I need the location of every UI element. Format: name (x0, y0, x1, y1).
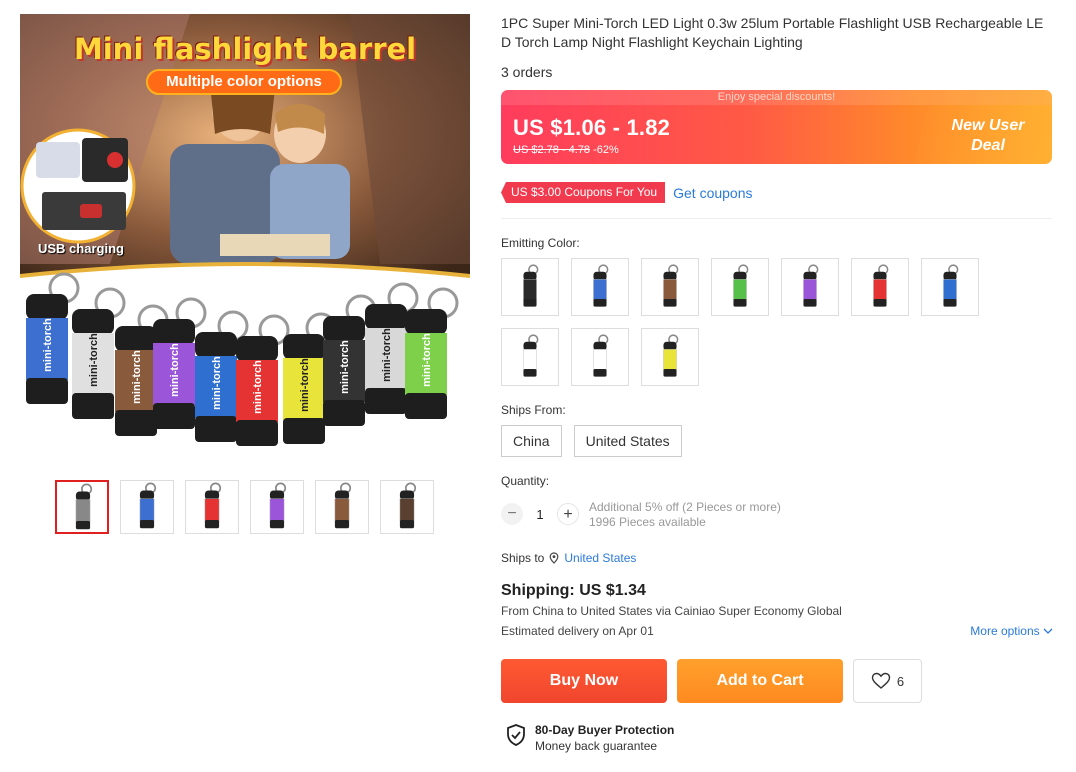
color-option-3[interactable] (641, 258, 699, 316)
color-swatches (501, 258, 1001, 386)
quantity-info: Additional 5% off (2 Pieces or more) 199… (589, 500, 781, 530)
wishlist-count: 6 (896, 673, 905, 689)
thumbnail-image (139, 482, 157, 529)
color-option-image (663, 264, 679, 307)
color-option-image (523, 334, 539, 377)
emitting-color-label: Emitting Color: (501, 236, 580, 250)
deal-line-2: Deal (971, 137, 1005, 154)
discount-percent: -62% (593, 144, 619, 156)
quantity-value[interactable]: 1 (523, 507, 557, 522)
color-option-image (873, 264, 889, 307)
ships-from-label: Ships From: (501, 403, 566, 417)
color-option-4[interactable] (711, 258, 769, 316)
thumbnail-image (334, 482, 352, 529)
gallery-thumb-4[interactable] (250, 480, 304, 534)
ships-to-row: Ships to United States (501, 551, 636, 565)
price-banner: Enjoy special discounts! US $1.06 - 1.82… (501, 90, 1052, 164)
get-coupons-link[interactable]: Get coupons (673, 185, 752, 201)
heart-icon (871, 672, 891, 689)
shipping-cost: Shipping: US $1.34 (501, 582, 646, 599)
thumbnail-image (204, 482, 222, 529)
torch-brand-text: mini-torch (88, 333, 100, 387)
gallery-thumb-5[interactable] (315, 480, 369, 534)
discount-banner-text: Enjoy special discounts! (501, 90, 1052, 105)
color-option-5[interactable] (781, 258, 839, 316)
add-to-cart-button[interactable]: Add to Cart (677, 659, 843, 703)
color-option-image (733, 264, 749, 307)
shield-check-icon (507, 724, 525, 746)
divider (501, 218, 1052, 219)
gallery-thumb-3[interactable] (185, 480, 239, 534)
torch-brand-text: mini-torch (211, 356, 223, 410)
deal-line-1: New User (951, 117, 1025, 134)
promo-subtitle: Multiple color options (146, 69, 342, 95)
torch-brand-text: mini-torch (299, 358, 311, 412)
torch-brand-text: mini-torch (421, 333, 433, 387)
quantity-stepper: − 1 + (501, 503, 579, 525)
color-option-7[interactable] (921, 258, 979, 316)
quantity-label: Quantity: (501, 474, 550, 488)
current-price: US $1.06 - 1.82 (513, 115, 671, 140)
gallery-thumb-6[interactable] (380, 480, 434, 534)
color-option-image (593, 264, 609, 307)
color-option-image (663, 334, 679, 377)
coupon-row: US $3.00 Coupons For You Get coupons (501, 182, 753, 203)
protection-subtitle: Money back guarantee (535, 739, 658, 753)
torch-brand-text: mini-torch (381, 328, 393, 382)
torch-brand-text: mini-torch (131, 350, 143, 404)
thumbnail-image (75, 483, 93, 530)
promo-title: Mini flashlight barrel (73, 32, 417, 66)
location-pin-icon (549, 552, 559, 564)
color-option-8[interactable] (501, 328, 559, 386)
thumbnail-image (399, 482, 417, 529)
original-price: US $2.78 - 4.78 (513, 144, 591, 156)
purchase-actions: Buy Now Add to Cart 6 (501, 659, 922, 703)
original-price-line: US $2.78 - 4.78 -62% (513, 144, 619, 156)
wishlist-button[interactable]: 6 (853, 659, 922, 703)
gallery-thumb-1[interactable] (55, 480, 109, 534)
color-option-1[interactable] (501, 258, 559, 316)
estimated-delivery: Estimated delivery on Apr 01 (501, 624, 654, 638)
torch-brand-text: mini-torch (169, 343, 181, 397)
color-option-image (803, 264, 819, 307)
color-option-image (943, 264, 959, 307)
shipping-route: From China to United States via Cainiao … (501, 604, 842, 618)
coupon-tag[interactable]: US $3.00 Coupons For You (501, 182, 666, 203)
stock-available: 1996 Pieces available (589, 515, 706, 529)
quantity-decrease-button[interactable]: − (501, 503, 523, 525)
more-options-link[interactable]: More options (970, 624, 1053, 638)
more-options-label: More options (970, 624, 1040, 638)
product-title: 1PC Super Mini-Torch LED Light 0.3w 25lu… (501, 15, 1044, 50)
usb-charging-label: USB charging (38, 241, 124, 256)
torch-brand-text: mini-torch (339, 340, 351, 394)
quantity-increase-button[interactable]: + (557, 503, 579, 525)
color-option-10[interactable] (641, 328, 699, 386)
ships-to-location[interactable]: United States (564, 551, 636, 565)
protection-title: 80-Day Buyer Protection (535, 723, 675, 737)
ships-to-label: Ships to (501, 551, 545, 565)
color-option-image (523, 264, 539, 307)
color-option-2[interactable] (571, 258, 629, 316)
torch-brand-text: mini-torch (42, 318, 54, 372)
thumbnail-image (269, 482, 287, 529)
chevron-down-icon (1043, 628, 1053, 634)
ships-from-options: China United States (501, 425, 682, 457)
order-count: 3 orders (501, 64, 553, 80)
gallery-thumb-2[interactable] (120, 480, 174, 534)
buy-now-button[interactable]: Buy Now (501, 659, 667, 703)
product-details: 1PC Super Mini-Torch LED Light 0.3w 25lu… (501, 14, 1053, 753)
bulk-discount-note: Additional 5% off (2 Pieces or more) (589, 500, 781, 514)
ships-from-united-states[interactable]: United States (573, 425, 682, 457)
ships-from-china[interactable]: China (501, 425, 562, 457)
torch-brand-text: mini-torch (252, 360, 264, 414)
color-option-image (593, 334, 609, 377)
new-user-deal-badge: New User Deal (942, 116, 1034, 156)
color-option-6[interactable] (851, 258, 909, 316)
thumbnail-strip (55, 480, 434, 534)
color-option-9[interactable] (571, 328, 629, 386)
main-product-image[interactable]: mini-torch mini-torch mini-torch mini-torch… (20, 14, 470, 464)
buyer-protection: 80-Day Buyer Protection Money back guara… (505, 723, 674, 753)
